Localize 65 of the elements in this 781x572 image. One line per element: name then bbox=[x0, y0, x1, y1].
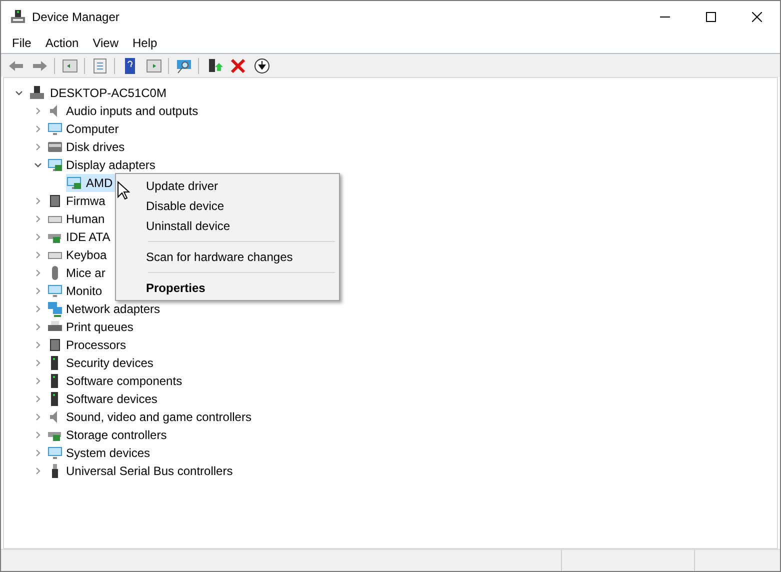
tree-item[interactable]: Storage controllers bbox=[66, 426, 167, 444]
menu-item[interactable]: View bbox=[86, 34, 126, 52]
tree-item[interactable]: Audio inputs and outputs bbox=[66, 102, 198, 120]
tree-item[interactable]: Software devices bbox=[66, 390, 158, 408]
network-icon bbox=[47, 301, 63, 317]
mouse-cursor-icon bbox=[117, 181, 130, 200]
chevron-right-icon[interactable] bbox=[34, 305, 42, 313]
tree-item[interactable]: Software components bbox=[66, 372, 182, 390]
computer-icon bbox=[29, 85, 45, 101]
tree-item[interactable]: Keyboa bbox=[66, 246, 107, 264]
tree-root-label[interactable]: DESKTOP-AC51C0M bbox=[50, 84, 166, 102]
chevron-right-icon[interactable] bbox=[34, 287, 42, 295]
chevron-right-icon[interactable] bbox=[34, 377, 42, 385]
menu-item[interactable]: Uninstall device bbox=[118, 216, 337, 236]
tree-item[interactable]: Mice ar bbox=[66, 264, 106, 282]
app-icon bbox=[10, 8, 26, 24]
tree-item[interactable]: Display adapters bbox=[66, 156, 156, 174]
chevron-right-icon[interactable] bbox=[34, 395, 42, 403]
tree-item[interactable]: Print queues bbox=[66, 318, 134, 336]
tree-item[interactable]: Firmwa bbox=[66, 192, 106, 210]
chevron-right-icon[interactable] bbox=[34, 143, 42, 151]
close-icon[interactable] bbox=[752, 12, 762, 22]
menu-item[interactable]: Scan for hardware changes bbox=[118, 247, 337, 267]
chevron-right-icon[interactable] bbox=[34, 251, 42, 259]
menu-item[interactable]: File bbox=[5, 34, 38, 52]
tree-item[interactable]: Disk drives bbox=[66, 138, 125, 156]
chip-icon bbox=[47, 337, 63, 353]
chevron-right-icon[interactable] bbox=[34, 449, 42, 457]
chip-icon bbox=[47, 193, 63, 209]
tree-item[interactable]: Human bbox=[66, 210, 105, 228]
tree-item[interactable]: Sound, video and game controllers bbox=[66, 408, 252, 426]
chevron-right-icon[interactable] bbox=[34, 413, 42, 421]
menu-item[interactable]: Help bbox=[126, 34, 164, 52]
menu-item[interactable]: Disable device bbox=[118, 196, 337, 216]
display-adapter-icon bbox=[66, 175, 82, 191]
tree-item[interactable]: Monito bbox=[66, 282, 102, 300]
chevron-right-icon[interactable] bbox=[34, 107, 42, 115]
chevron-right-icon[interactable] bbox=[34, 431, 42, 439]
chevron-right-icon[interactable] bbox=[34, 341, 42, 349]
disk-drive-icon bbox=[47, 139, 63, 155]
tree-item[interactable]: Network adapters bbox=[66, 300, 160, 318]
chevron-right-icon[interactable] bbox=[34, 467, 42, 475]
menu-item[interactable]: Action bbox=[38, 34, 86, 52]
chevron-right-icon[interactable] bbox=[34, 233, 42, 241]
monitor-icon bbox=[47, 445, 63, 461]
chevron-right-icon[interactable] bbox=[34, 323, 42, 331]
tree-item[interactable]: System devices bbox=[66, 444, 150, 462]
window-title: Device Manager bbox=[32, 8, 120, 26]
tree-item[interactable]: IDE ATA bbox=[66, 228, 110, 246]
tree-item[interactable]: Security devices bbox=[66, 354, 154, 372]
chevron-down-icon[interactable] bbox=[15, 89, 23, 97]
tree-item[interactable]: Computer bbox=[66, 120, 119, 138]
maximize-icon[interactable] bbox=[706, 12, 716, 22]
display-adapter-icon bbox=[47, 157, 63, 173]
tree-item[interactable]: Processors bbox=[66, 336, 126, 354]
chevron-right-icon[interactable] bbox=[34, 269, 42, 277]
chevron-right-icon[interactable] bbox=[34, 125, 42, 133]
chevron-right-icon[interactable] bbox=[34, 359, 42, 367]
monitor-icon bbox=[47, 121, 63, 137]
chevron-right-icon[interactable] bbox=[34, 215, 42, 223]
chevron-down-icon[interactable] bbox=[34, 161, 42, 169]
menu-item[interactable]: Properties bbox=[118, 278, 337, 298]
chevron-right-icon[interactable] bbox=[34, 197, 42, 205]
monitor-icon bbox=[47, 283, 63, 299]
tree-item[interactable]: Universal Serial Bus controllers bbox=[66, 462, 233, 480]
